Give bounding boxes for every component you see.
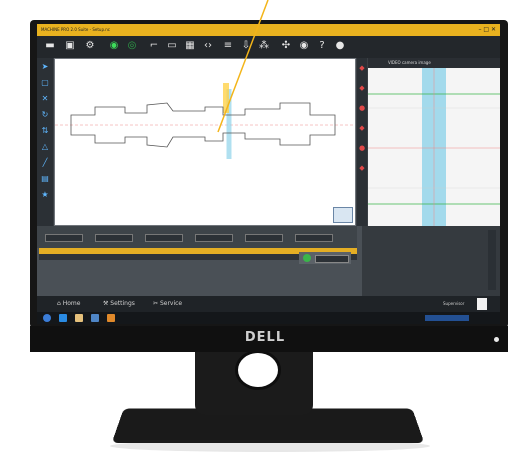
info-panel	[362, 226, 500, 296]
split-icon[interactable]: ⇅	[40, 126, 50, 136]
camera-view-panel[interactable]: VIDEO camera image	[368, 58, 500, 226]
play-icon[interactable]: ◉	[107, 39, 121, 53]
app-icon[interactable]	[91, 314, 99, 322]
eye-icon[interactable]: ◉	[297, 39, 311, 53]
camera-image	[368, 68, 500, 226]
window-title: MACHINE PRO 2.0 Suite - Setup.nc	[41, 27, 110, 32]
measure-panel	[299, 252, 351, 264]
down-arrow-icon[interactable]: ⇩	[239, 39, 253, 53]
square-icon[interactable]: ▢	[40, 78, 50, 88]
triangle-icon[interactable]: △	[40, 142, 50, 152]
red-tool-icon[interactable]: ◆	[358, 164, 366, 172]
nav-home-label: Home	[62, 300, 81, 307]
red-tool-icon[interactable]: ◆	[358, 64, 366, 72]
measure-icon[interactable]: ⌐	[147, 39, 161, 53]
window-controls[interactable]: – □ ✕	[478, 25, 496, 35]
stop-icon[interactable]: ◎	[125, 39, 139, 53]
cross-icon[interactable]: ✕	[40, 94, 50, 104]
save-icon[interactable]: ▣	[63, 39, 77, 53]
tools-icon: ✂	[153, 300, 160, 307]
align-icon[interactable]: ≡	[221, 39, 235, 53]
info-side-icons[interactable]	[488, 230, 496, 290]
minimap-icon[interactable]	[333, 207, 353, 223]
code-icon[interactable]: ‹›	[201, 39, 215, 53]
app-active-icon[interactable]	[107, 314, 115, 322]
exit-icon[interactable]	[477, 298, 487, 310]
nav-settings[interactable]: ⚒ Settings	[103, 296, 135, 312]
param-field[interactable]	[245, 234, 283, 242]
move-icon[interactable]: ✣	[279, 39, 293, 53]
measure-field[interactable]	[315, 255, 349, 263]
title-bar: MACHINE PRO 2.0 Suite - Setup.nc – □ ✕	[37, 24, 500, 36]
grid-icon[interactable]: ▦	[183, 39, 197, 53]
frame-icon[interactable]: ▭	[165, 39, 179, 53]
line-icon[interactable]: ╱	[40, 158, 50, 168]
parameter-strip	[37, 226, 357, 248]
folder-icon[interactable]	[75, 314, 83, 322]
param-field[interactable]	[195, 234, 233, 242]
start-icon[interactable]	[43, 314, 51, 322]
arrow-icon[interactable]: ➤	[40, 62, 50, 72]
camera-view-header: VIDEO camera image	[368, 58, 500, 68]
part-profile-drawing	[55, 83, 355, 159]
nav-service-label: Service	[159, 300, 183, 307]
red-tool-icon[interactable]: ◆	[358, 124, 366, 132]
bottom-panel	[37, 226, 500, 296]
status-light-icon	[303, 254, 311, 262]
param-field[interactable]	[95, 234, 133, 242]
nav-service[interactable]: ✂ Service	[153, 296, 182, 312]
param-field[interactable]	[145, 234, 183, 242]
camera-view-title: VIDEO camera image	[388, 60, 431, 65]
red-tool-icon[interactable]: ●	[358, 144, 366, 152]
power-indicator	[494, 337, 499, 342]
rotate-icon[interactable]: ↻	[40, 110, 50, 120]
spread-icon[interactable]: ⁂	[257, 39, 271, 53]
browser-icon[interactable]	[59, 314, 67, 322]
settings-icon[interactable]: ⚙	[83, 39, 97, 53]
folder-icon[interactable]: ▬	[43, 39, 57, 53]
drawing-canvas[interactable]	[54, 58, 356, 226]
table-icon[interactable]: ▤	[40, 174, 50, 184]
system-tray[interactable]	[425, 315, 469, 321]
user-role: Supervisor	[443, 301, 465, 306]
red-tool-icon[interactable]: ◆	[358, 84, 366, 92]
star-icon[interactable]: ★	[40, 190, 50, 200]
red-tool-icon[interactable]: ●	[358, 104, 366, 112]
help-icon[interactable]: ?	[315, 39, 329, 53]
nav-home[interactable]: ⌂ Home	[57, 296, 80, 312]
info-icon[interactable]: ●	[333, 39, 347, 53]
monitor-screen: MACHINE PRO 2.0 Suite - Setup.nc – □ ✕ ▬…	[37, 24, 500, 324]
param-field[interactable]	[295, 234, 333, 242]
nav-settings-label: Settings	[110, 300, 135, 307]
stand-cable-hole	[235, 350, 281, 390]
brand-logo: DELL	[244, 330, 286, 345]
param-field[interactable]	[45, 234, 83, 242]
